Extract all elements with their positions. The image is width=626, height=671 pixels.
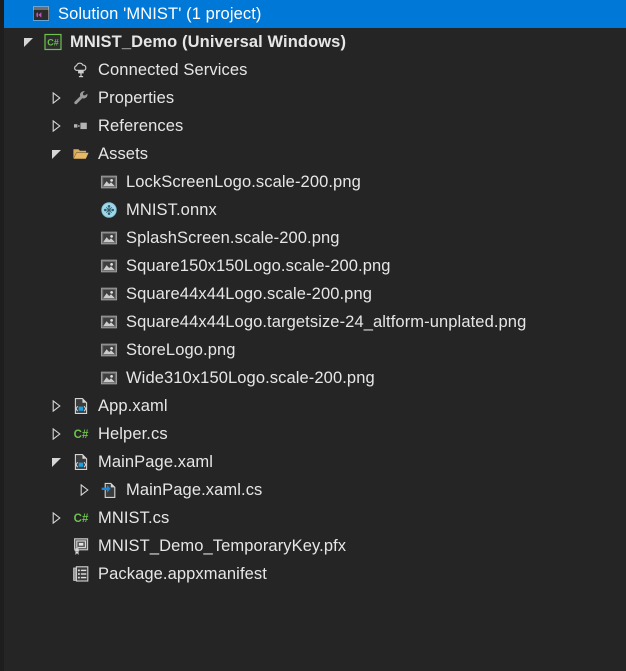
tree-item-label: Square150x150Logo.scale-200.png xyxy=(126,257,391,275)
tree-item-label: MNIST_Demo (Universal Windows) xyxy=(70,33,347,51)
tree-item-label: Package.appxmanifest xyxy=(98,565,267,583)
tree-item-label: MNIST.onnx xyxy=(126,201,217,219)
onnx-model-icon xyxy=(98,196,120,224)
svg-text:C#: C# xyxy=(74,429,89,441)
image-file-icon xyxy=(98,364,120,392)
expander-expanded-icon[interactable] xyxy=(48,140,66,168)
expander-expanded-icon[interactable] xyxy=(20,28,38,56)
tree-item[interactable]: App.xaml xyxy=(4,392,626,420)
tree-item-label: Square44x44Logo.targetsize-24_altform-un… xyxy=(126,313,527,331)
image-file-icon xyxy=(98,252,120,280)
tree-item[interactable]: Properties xyxy=(4,84,626,112)
solution-explorer-panel: Solution 'MNIST' (1 project) C# MNIST_Demo… xyxy=(0,0,626,671)
expander-placeholder xyxy=(76,308,94,336)
tree-item-label: StoreLogo.png xyxy=(126,341,236,359)
tree-item[interactable]: LockScreenLogo.scale-200.png xyxy=(4,168,626,196)
svg-text:C#: C# xyxy=(47,37,59,47)
tree-item-label: MNIST.cs xyxy=(98,509,170,527)
tree-item-label: Solution 'MNIST' (1 project) xyxy=(58,5,262,23)
tree-item-label: MainPage.xaml xyxy=(98,453,214,471)
tree-item-label: App.xaml xyxy=(98,397,168,415)
references-icon xyxy=(70,112,92,140)
tree-item[interactable]: Solution 'MNIST' (1 project) xyxy=(4,0,626,28)
wrench-icon xyxy=(70,84,92,112)
tree-item-label: Assets xyxy=(98,145,149,163)
expander-collapsed-icon[interactable] xyxy=(48,112,66,140)
svg-text:C#: C# xyxy=(74,513,89,525)
tree-item[interactable]: C# Helper.cs xyxy=(4,420,626,448)
tree-item-label: References xyxy=(98,117,184,135)
tree-item[interactable]: Connected Services xyxy=(4,56,626,84)
expander-collapsed-icon[interactable] xyxy=(48,420,66,448)
tree-item[interactable]: C# MNIST.cs xyxy=(4,504,626,532)
xaml-file-icon xyxy=(70,448,92,476)
expander-placeholder xyxy=(76,196,94,224)
connected-services-icon xyxy=(70,56,92,84)
expander-placeholder xyxy=(8,0,26,28)
tree-item[interactable]: C# MNIST_Demo (Universal Windows) xyxy=(4,28,626,56)
tree-item-label: MNIST_Demo_TemporaryKey.pfx xyxy=(98,537,347,555)
manifest-icon xyxy=(70,560,92,588)
tree-item-label: LockScreenLogo.scale-200.png xyxy=(126,173,361,191)
expander-collapsed-icon[interactable] xyxy=(48,504,66,532)
xaml-file-icon xyxy=(70,392,92,420)
expander-placeholder xyxy=(76,280,94,308)
solution-tree[interactable]: Solution 'MNIST' (1 project) C# MNIST_Demo… xyxy=(4,0,626,588)
folder-open-icon xyxy=(70,140,92,168)
image-file-icon xyxy=(98,280,120,308)
tree-item-label: Properties xyxy=(98,89,175,107)
tree-item-label: Helper.cs xyxy=(98,425,168,443)
tree-item-label: Connected Services xyxy=(98,61,248,79)
tree-item[interactable]: Package.appxmanifest xyxy=(4,560,626,588)
expander-collapsed-icon[interactable] xyxy=(48,84,66,112)
expander-placeholder xyxy=(48,560,66,588)
expander-placeholder xyxy=(76,252,94,280)
tree-item[interactable]: Square44x44Logo.targetsize-24_altform-un… xyxy=(4,308,626,336)
expander-placeholder xyxy=(48,532,66,560)
tree-item[interactable]: Square150x150Logo.scale-200.png xyxy=(4,252,626,280)
certificate-icon xyxy=(70,532,92,560)
csharp-project-icon: C# xyxy=(42,28,64,56)
tree-item[interactable]: MNIST_Demo_TemporaryKey.pfx xyxy=(4,532,626,560)
expander-placeholder xyxy=(48,56,66,84)
image-file-icon xyxy=(98,308,120,336)
tree-item-label: SplashScreen.scale-200.png xyxy=(126,229,340,247)
expander-collapsed-icon[interactable] xyxy=(76,476,94,504)
tree-item-label: Square44x44Logo.scale-200.png xyxy=(126,285,373,303)
tree-item[interactable]: MNIST.onnx xyxy=(4,196,626,224)
tree-item[interactable]: References xyxy=(4,112,626,140)
expander-placeholder xyxy=(76,168,94,196)
image-file-icon xyxy=(98,224,120,252)
image-file-icon xyxy=(98,336,120,364)
tree-item-label: Wide310x150Logo.scale-200.png xyxy=(126,369,375,387)
tree-item[interactable]: Square44x44Logo.scale-200.png xyxy=(4,280,626,308)
tree-item[interactable]: MainPage.xaml xyxy=(4,448,626,476)
csharp-file-icon: C# xyxy=(70,420,92,448)
tree-item[interactable]: Assets xyxy=(4,140,626,168)
csharp-file-icon: C# xyxy=(70,504,92,532)
expander-placeholder xyxy=(76,224,94,252)
expander-collapsed-icon[interactable] xyxy=(48,392,66,420)
expander-placeholder xyxy=(76,336,94,364)
tree-item-label: MainPage.xaml.cs xyxy=(126,481,263,499)
tree-item[interactable]: Wide310x150Logo.scale-200.png xyxy=(4,364,626,392)
code-behind-file-icon xyxy=(98,476,120,504)
tree-item[interactable]: SplashScreen.scale-200.png xyxy=(4,224,626,252)
image-file-icon xyxy=(98,168,120,196)
tree-item[interactable]: MainPage.xaml.cs xyxy=(4,476,626,504)
expander-expanded-icon[interactable] xyxy=(48,448,66,476)
expander-placeholder xyxy=(76,364,94,392)
tree-item[interactable]: StoreLogo.png xyxy=(4,336,626,364)
solution-icon xyxy=(30,0,52,28)
